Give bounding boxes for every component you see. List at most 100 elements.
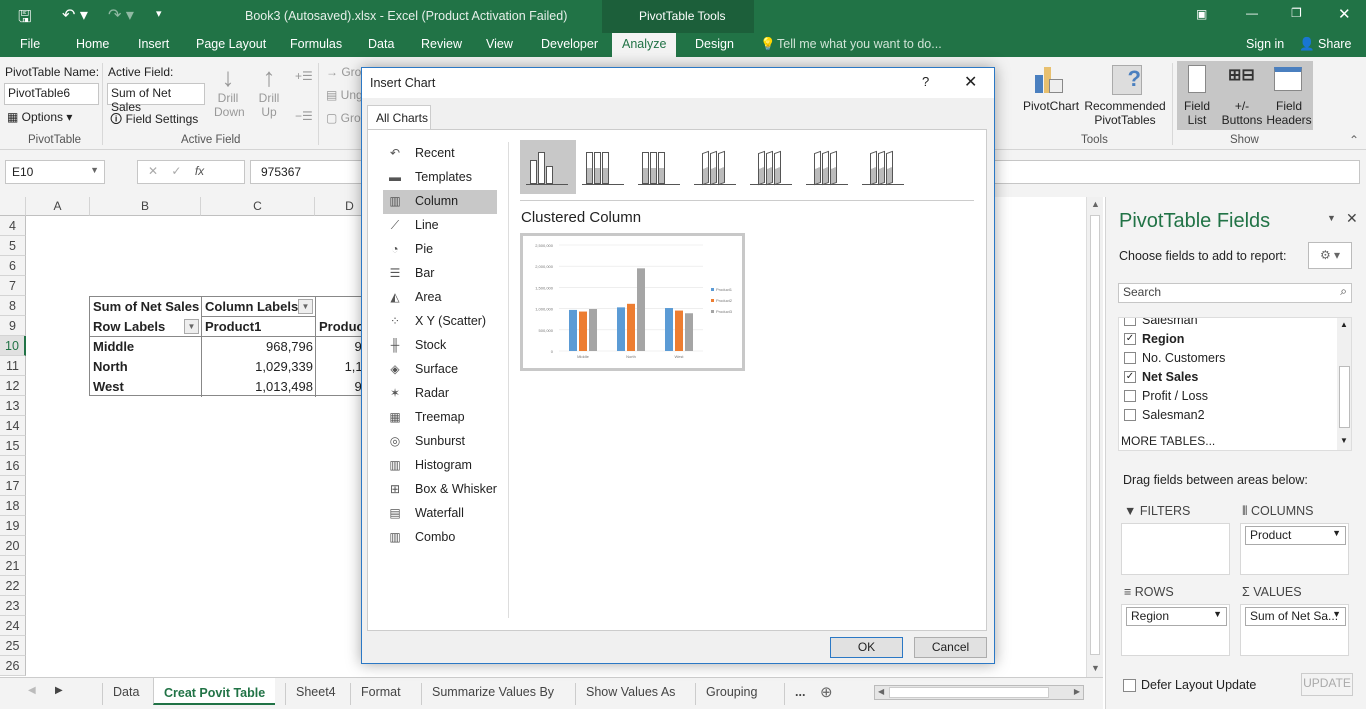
chart-type-area[interactable]: ◭ Area (383, 286, 497, 310)
pivotchart-button[interactable]: PivotChart (1023, 99, 1079, 113)
options-button[interactable]: ▦ Options ▾ (7, 110, 72, 124)
ribbon-options-icon[interactable]: ▣ (1196, 7, 1207, 21)
field-item-salesman[interactable]: Salesman (1124, 318, 1324, 331)
prev-sheet-icon[interactable]: ◀ (28, 685, 36, 696)
field-checkbox[interactable]: ✓ (1124, 333, 1136, 345)
chart-type-templates[interactable]: ▬ Templates (383, 166, 497, 190)
close-panel-icon[interactable]: ✕ (1346, 210, 1358, 227)
field-checkbox[interactable] (1124, 390, 1136, 402)
sheet-tab-grouping[interactable]: Grouping (695, 683, 767, 705)
fx-icon[interactable]: fx (195, 164, 204, 178)
defer-layout-checkbox[interactable] (1123, 679, 1136, 692)
field-headers-button[interactable]: Field Headers (1266, 99, 1312, 127)
tab-data[interactable]: Data (368, 37, 394, 51)
collapse-ribbon-icon[interactable]: ⌃ (1349, 133, 1359, 147)
subtype-3d-column-icon[interactable] (856, 140, 912, 194)
chart-type-combo[interactable]: ▥ Combo (383, 526, 497, 550)
pivot-value-product1[interactable]: 968,796 (202, 337, 316, 357)
tab-view[interactable]: View (486, 37, 513, 51)
row-header[interactable]: 11 (0, 356, 26, 376)
columns-area[interactable]: Product ▼ (1240, 523, 1349, 575)
subtype-3d-clustered-column-icon[interactable] (688, 140, 744, 194)
new-sheet-icon[interactable]: ⊕ (820, 683, 833, 701)
pivot-row-label[interactable]: West (90, 377, 127, 397)
chart-type-sunburst[interactable]: ◎ Sunburst (383, 430, 497, 454)
pivot-product1-header[interactable]: Product1 (202, 317, 264, 337)
scroll-thumb[interactable] (1090, 215, 1100, 655)
column-labels-filter-button[interactable]: ▼ (298, 299, 313, 314)
values-sum-dropdown[interactable]: Sum of Net Sa... ▼ (1245, 607, 1346, 626)
subtype-3d-100-stacked-column-icon[interactable] (800, 140, 856, 194)
field-list-scrollbar[interactable]: ▲ ▼ (1337, 318, 1351, 450)
pivot-value-product1[interactable]: 1,013,498 (202, 377, 316, 397)
row-header[interactable]: 25 (0, 636, 26, 656)
row-header[interactable]: 22 (0, 576, 26, 596)
chart-type-column[interactable]: ▥ Column (383, 190, 497, 214)
customize-qat-icon[interactable]: ▾ (156, 7, 162, 20)
collapse-field-icon[interactable]: −☰ (295, 109, 313, 123)
share-button[interactable]: 👤 Share (1299, 37, 1351, 52)
pivot-row-label[interactable]: North (90, 357, 131, 377)
horizontal-scrollbar[interactable]: ◀ ▶ (874, 685, 1084, 700)
enter-icon[interactable]: ✓ (171, 164, 181, 178)
rows-region-dropdown[interactable]: Region ▼ (1126, 607, 1227, 626)
tab-design[interactable]: Design (695, 37, 734, 51)
row-header[interactable]: 19 (0, 516, 26, 536)
save-icon[interactable]: 🖫 (18, 6, 32, 33)
values-area[interactable]: Sum of Net Sa... ▼ (1240, 604, 1349, 656)
tab-review[interactable]: Review (421, 37, 462, 51)
row-header[interactable]: 24 (0, 616, 26, 636)
chart-type-stock[interactable]: ╫ Stock (383, 334, 497, 358)
sheet-tab-creat-povit-table[interactable]: Creat Povit Table (153, 678, 276, 705)
field-checkbox[interactable] (1124, 352, 1136, 364)
row-header[interactable]: 17 (0, 476, 26, 496)
chart-type-line[interactable]: ⟋ Line (383, 214, 497, 238)
drill-down-button[interactable]: ↓ Drill Down (214, 63, 245, 119)
row-header[interactable]: 20 (0, 536, 26, 556)
sheet-tab-format[interactable]: Format (350, 683, 411, 705)
restore-icon[interactable]: ❐ (1291, 6, 1302, 20)
cancel-button[interactable]: Cancel (914, 637, 987, 658)
subtype-stacked-column-icon[interactable] (576, 140, 632, 194)
tell-me-box[interactable]: Tell me what you want to do... (777, 37, 942, 51)
name-box[interactable]: E10 ▼ (5, 160, 105, 184)
update-button[interactable]: UPDATE (1301, 673, 1353, 696)
pivot-value-product1[interactable]: 1,029,339 (202, 357, 316, 377)
scroll-up-icon[interactable]: ▲ (1091, 199, 1100, 209)
chart-type-waterfall[interactable]: ▤ Waterfall (383, 502, 497, 526)
row-labels-filter-button[interactable]: ▼ (184, 319, 199, 334)
row-header[interactable]: 18 (0, 496, 26, 516)
tab-insert[interactable]: Insert (138, 37, 169, 51)
undo-icon[interactable]: ↶ ▾ (62, 5, 88, 25)
group-selection-button[interactable]: → Gro (326, 65, 361, 79)
recommended-pivottables-button[interactable]: Recommended PivotTables (1084, 99, 1166, 127)
field-item-salesman2[interactable]: Salesman2 (1124, 408, 1324, 426)
chart-preview[interactable]: 0 500,000 1,000,000 1,500,000 2,000,000 2,500… (520, 233, 745, 371)
row-header[interactable]: 21 (0, 556, 26, 576)
chart-type-recent[interactable]: ↶ Recent (383, 142, 497, 166)
chart-type-pie[interactable]: ◔ Pie (383, 238, 497, 262)
row-header[interactable]: 23 (0, 596, 26, 616)
rows-area[interactable]: Region ▼ (1121, 604, 1230, 656)
row-header[interactable]: 13 (0, 396, 26, 416)
row-header[interactable]: 5 (0, 236, 26, 256)
tab-home[interactable]: Home (76, 37, 109, 51)
next-sheet-icon[interactable]: ▶ (55, 685, 63, 696)
row-header[interactable]: 8 (0, 296, 26, 316)
ungroup-button[interactable]: ▤ Ung (326, 88, 363, 102)
pivot-column-labels[interactable]: Column Labels (202, 297, 301, 317)
field-list-button[interactable]: Field List (1181, 99, 1213, 127)
help-button[interactable]: ? (922, 74, 929, 89)
chart-type-box-whisker[interactable]: ⊞ Box & Whisker (383, 478, 497, 502)
expand-field-icon[interactable]: +☰ (295, 69, 313, 83)
tab-formulas[interactable]: Formulas (290, 37, 342, 51)
pivot-product2-header[interactable]: Produc (316, 317, 367, 337)
redo-icon[interactable]: ↷ ▾ (108, 5, 134, 25)
chart-type-radar[interactable]: ✶ Radar (383, 382, 497, 406)
select-all[interactable] (0, 197, 26, 216)
tab-developer[interactable]: Developer (541, 37, 598, 51)
row-header[interactable]: 15 (0, 436, 26, 456)
field-search-input[interactable]: Search ⌕ (1118, 283, 1352, 303)
sheet-tab-sheet4[interactable]: Sheet4 (285, 683, 346, 705)
drill-up-button[interactable]: ↑ Drill Up (255, 63, 283, 119)
